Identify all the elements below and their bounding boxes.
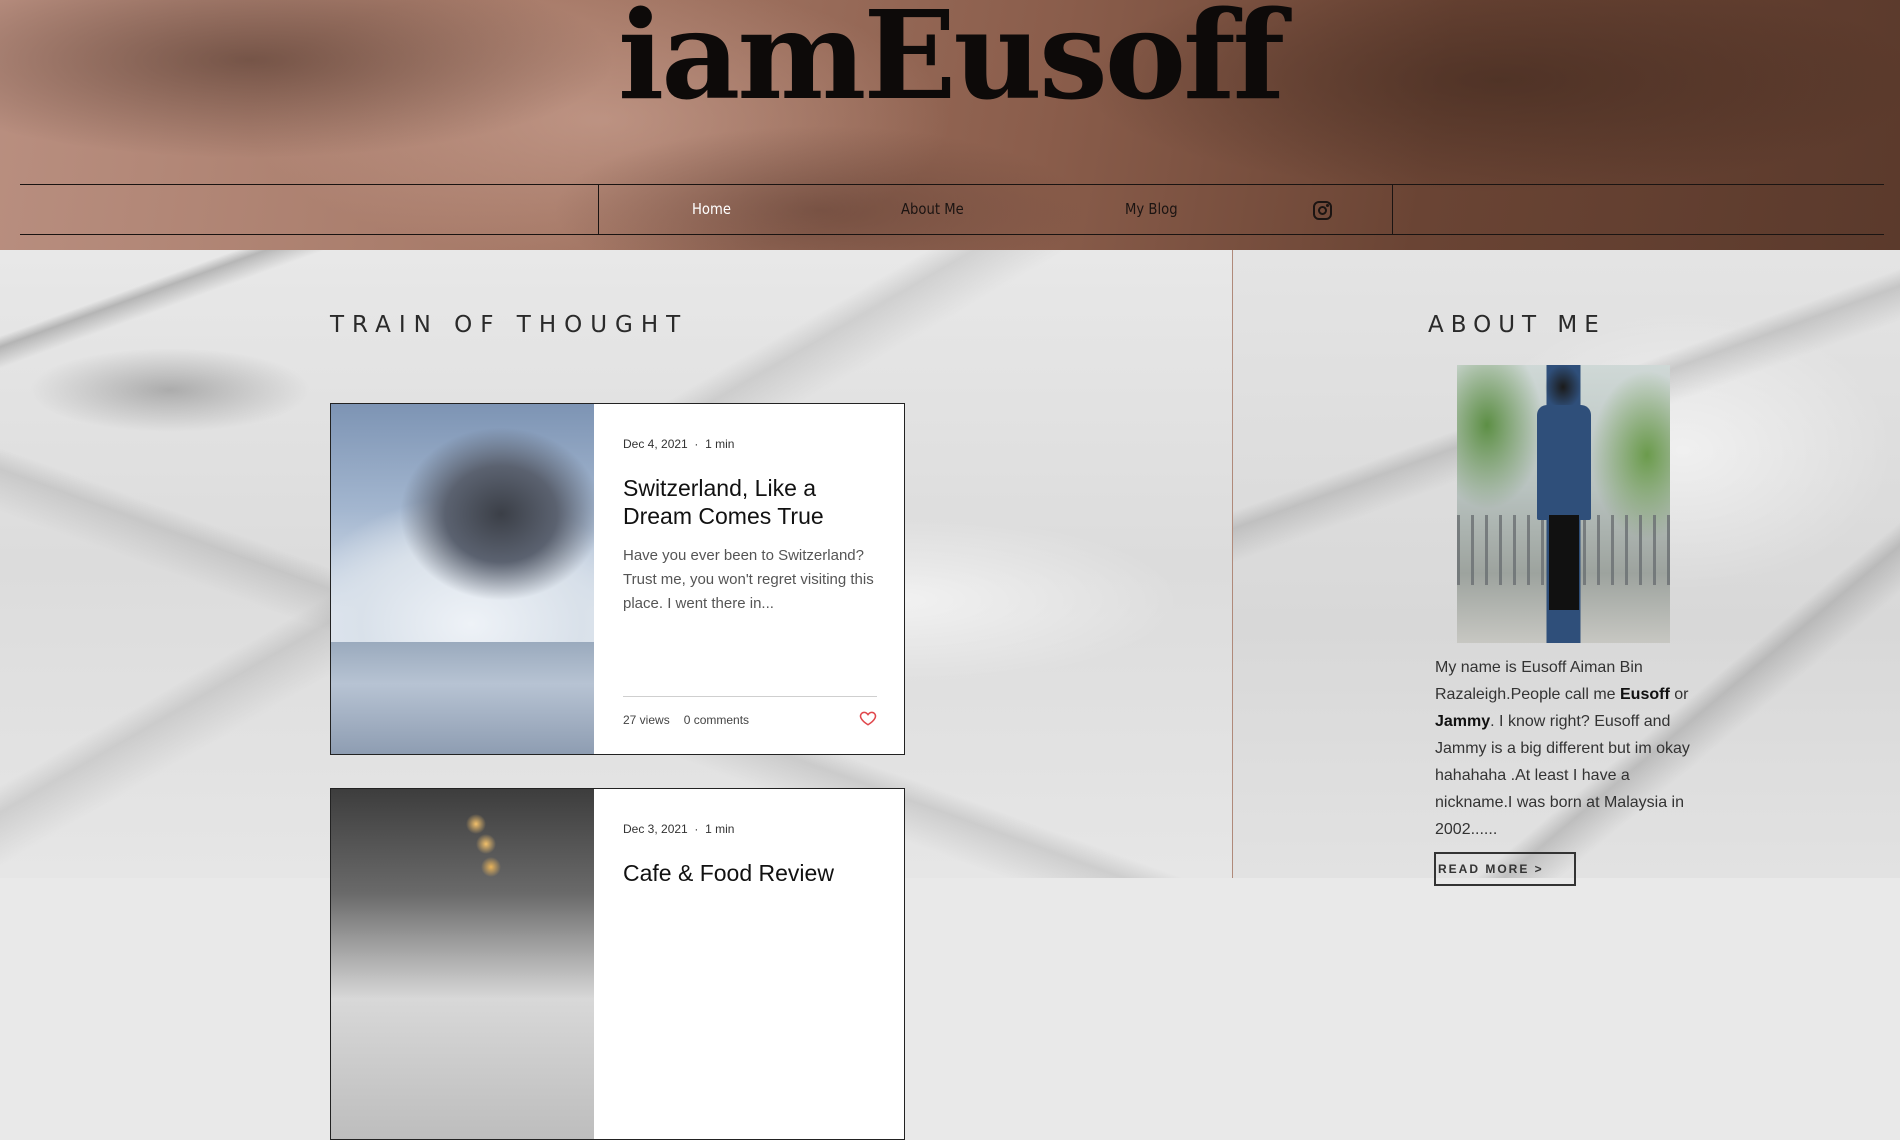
meta-separator: ·	[691, 437, 706, 451]
post-meta: Dec 3, 2021 · 1 min	[623, 822, 734, 836]
post-title[interactable]: Switzerland, Like a Dream Comes True	[623, 474, 883, 530]
profile-photo	[1457, 365, 1670, 643]
post-meta: Dec 4, 2021 · 1 min	[623, 437, 734, 451]
blog-post-card[interactable]: Dec 3, 2021 · 1 min Cafe & Food Review	[330, 788, 905, 1140]
bio-text-3: . I know right? Eusoff and Jammy is a bi…	[1435, 713, 1690, 838]
post-stats: 27 views 0 comments	[623, 713, 749, 727]
bio-name-1: Eusoff	[1620, 686, 1670, 703]
site-header: iamEusoff Home About Me My Blog	[0, 0, 1900, 250]
photo-person-legs	[1549, 515, 1579, 610]
post-title[interactable]: Cafe & Food Review	[623, 859, 883, 887]
instagram-icon[interactable]	[1313, 201, 1332, 220]
about-section-title: ABOUT ME	[1428, 312, 1606, 338]
post-excerpt: Have you ever been to Switzerland? Trust…	[623, 547, 874, 612]
post-views: 27 views	[623, 713, 670, 727]
bio-name-2: Jammy	[1435, 713, 1491, 730]
header-rule-bottom	[20, 234, 1884, 235]
bio-text-1: My name is Eusoff Aiman Bin Razaleigh.Pe…	[1435, 659, 1643, 703]
post-read-time: 1 min	[705, 822, 735, 836]
post-thumbnail[interactable]	[331, 404, 594, 754]
heart-icon[interactable]	[859, 709, 877, 727]
read-more-button[interactable]: READ MORE >	[1434, 852, 1576, 886]
post-date: Dec 4, 2021	[623, 437, 688, 451]
post-comments[interactable]: 0 comments	[684, 713, 749, 727]
post-thumbnail[interactable]	[331, 789, 594, 1139]
about-bio: My name is Eusoff Aiman Bin Razaleigh.Pe…	[1435, 654, 1710, 843]
bio-text-2: or	[1669, 686, 1689, 703]
post-divider	[623, 696, 877, 697]
meta-separator: ·	[691, 822, 706, 836]
nav-item-about-me[interactable]: About Me	[901, 200, 964, 218]
post-date: Dec 3, 2021	[623, 822, 688, 836]
blog-post-card[interactable]: Dec 4, 2021 · 1 min Switzerland, Like a …	[330, 403, 905, 755]
photo-person-jacket	[1537, 405, 1591, 520]
nav-item-home[interactable]: Home	[692, 200, 731, 218]
post-read-time: 1 min	[705, 437, 735, 451]
nav-item-my-blog[interactable]: My Blog	[1125, 200, 1178, 218]
site-title[interactable]: iamEusoff	[0, 0, 1900, 128]
blog-section-title: TRAIN OF THOUGHT	[330, 312, 689, 338]
